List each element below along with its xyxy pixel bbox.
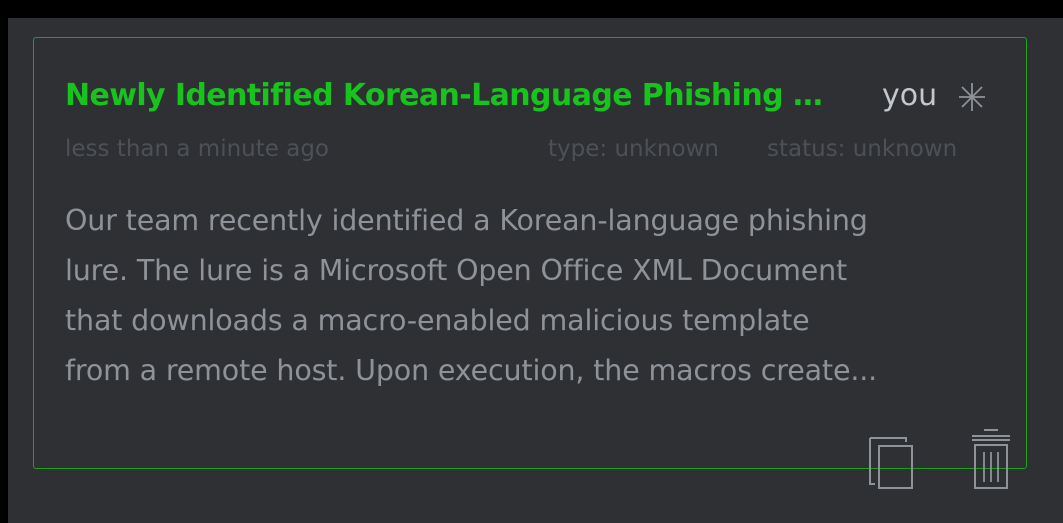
copy-icon[interactable] bbox=[866, 428, 916, 492]
description-line: from a remote host. Upon execution, the … bbox=[65, 354, 878, 387]
description-line: Our team recently identified a Korean-la… bbox=[65, 204, 868, 237]
status-label: status: unknown bbox=[767, 136, 958, 162]
type-label: type: unknown bbox=[548, 136, 719, 162]
trash-icon[interactable] bbox=[966, 428, 1016, 492]
report-card[interactable]: Newly Identified Korean-Language Phishin… bbox=[33, 37, 1027, 489]
timestamp: less than a minute ago bbox=[65, 136, 329, 162]
pin-icon[interactable] bbox=[957, 82, 987, 112]
panel-background: Newly Identified Korean-Language Phishin… bbox=[8, 18, 1063, 523]
description-line: that downloads a macro-enabled malicious… bbox=[65, 304, 810, 337]
report-title[interactable]: Newly Identified Korean-Language Phishin… bbox=[65, 76, 825, 116]
report-description: Our team recently identified a Korean-la… bbox=[65, 196, 1020, 396]
description-line: lure. The lure is a Microsoft Open Offic… bbox=[65, 254, 848, 287]
author-label: you bbox=[882, 78, 938, 113]
